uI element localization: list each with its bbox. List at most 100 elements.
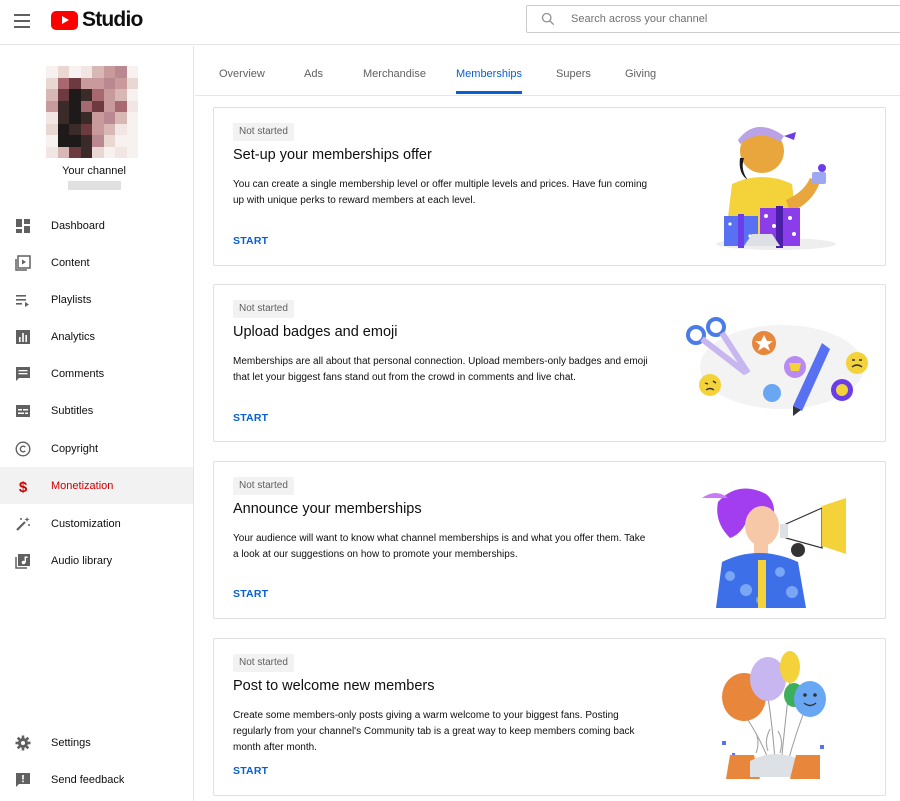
- megaphone-illustration: [702, 488, 846, 608]
- avatar-pixel: [103, 123, 115, 135]
- avatar[interactable]: [46, 66, 138, 158]
- avatar-pixel: [69, 123, 81, 135]
- avatar-pixel: [46, 123, 58, 135]
- sidebar-item-label: Audio library: [51, 554, 113, 567]
- menu-icon[interactable]: [14, 14, 30, 28]
- avatar-pixel: [92, 123, 104, 135]
- dollar-icon: $: [19, 479, 28, 494]
- sidebar-item-label: Analytics: [51, 330, 96, 343]
- avatar-pixel: [126, 77, 138, 89]
- avatar-pixel: [92, 77, 104, 89]
- avatar-pixel: [46, 135, 58, 147]
- sidebar-item-customization[interactable]: Customization: [0, 505, 193, 542]
- badges-emoji-illustration: [686, 317, 868, 416]
- avatar-pixel: [115, 77, 127, 89]
- sidebar-item-label: Settings: [51, 736, 91, 749]
- avatar-pixel: [80, 77, 92, 89]
- avatar-pixel: [115, 146, 127, 158]
- sidebar-item-settings[interactable]: Settings: [0, 724, 193, 761]
- monetization-tabs: Overview Ads Merchandise Memberships Sup…: [195, 46, 900, 96]
- sidebar-item-label: Playlists: [51, 293, 92, 306]
- avatar-pixel: [57, 66, 69, 78]
- avatar-pixel: [46, 77, 58, 89]
- logo-text: Studio: [82, 8, 143, 31]
- avatar-pixel: [115, 112, 127, 124]
- avatar-pixel: [69, 112, 81, 124]
- avatar-pixel: [126, 89, 138, 101]
- dashboard-icon: [16, 218, 30, 233]
- avatar-pixel: [115, 89, 127, 101]
- sidebar-item-subtitles[interactable]: Subtitles: [0, 392, 193, 429]
- avatar-pixel: [57, 123, 69, 135]
- start-button[interactable]: START: [233, 765, 268, 777]
- playlists-icon: [16, 294, 29, 307]
- avatar-pixel: [46, 146, 58, 158]
- tab-merchandise[interactable]: Merchandise: [363, 68, 426, 80]
- card-title: Set-up your memberships offer: [233, 147, 432, 163]
- sidebar-item-label: Send feedback: [51, 773, 125, 786]
- avatar-pixel: [57, 135, 69, 147]
- channel-name[interactable]: Your channel: [0, 165, 188, 177]
- avatar-pixel: [115, 100, 127, 112]
- channel-handle-redacted: [68, 181, 121, 190]
- sidebar-item-label: Customization: [51, 517, 121, 530]
- avatar-pixel: [69, 89, 81, 101]
- avatar-pixel: [92, 89, 104, 101]
- status-badge: Not started: [233, 123, 294, 141]
- avatar-pixel: [57, 89, 69, 101]
- card-description: Memberships are all about that personal …: [233, 356, 648, 383]
- avatar-pixel: [80, 112, 92, 124]
- top-bar: Studio Search across your channel: [0, 0, 900, 45]
- sidebar-item-comments[interactable]: Comments: [0, 355, 193, 392]
- avatar-pixel: [80, 100, 92, 112]
- gear-icon: [15, 735, 31, 750]
- sidebar-item-label: Subtitles: [51, 404, 94, 417]
- tab-overview[interactable]: Overview: [219, 68, 265, 80]
- tab-memberships[interactable]: Memberships: [456, 68, 522, 80]
- avatar-pixel: [126, 123, 138, 135]
- sidebar-item-playlists[interactable]: Playlists: [0, 281, 193, 318]
- tab-giving[interactable]: Giving: [625, 68, 656, 80]
- task-card-badges-emoji: Not started Upload badges and emoji Memb…: [213, 284, 886, 442]
- avatar-pixel: [46, 100, 58, 112]
- comments-icon: [16, 366, 30, 381]
- avatar-pixel: [126, 135, 138, 147]
- sidebar-item-audio-library[interactable]: Audio library: [0, 542, 193, 579]
- sidebar-item-copyright[interactable]: Copyright: [0, 430, 193, 467]
- sidebar-item-dashboard[interactable]: Dashboard: [0, 207, 193, 244]
- youtube-play-icon: [51, 10, 78, 30]
- avatar-pixel: [46, 89, 58, 101]
- avatar-pixel: [80, 123, 92, 135]
- tab-ads[interactable]: Ads: [304, 68, 323, 80]
- tab-supers[interactable]: Supers: [556, 68, 591, 80]
- search-input[interactable]: Search across your channel: [526, 5, 900, 33]
- avatar-pixel: [115, 123, 127, 135]
- card-title: Upload badges and emoji: [233, 324, 398, 340]
- start-button[interactable]: START: [233, 412, 268, 424]
- copyright-icon: [15, 440, 31, 457]
- start-button[interactable]: START: [233, 588, 268, 600]
- sidebar-item-content[interactable]: Content: [0, 244, 193, 281]
- avatar-pixel: [103, 135, 115, 147]
- task-card-welcome-post: Not started Post to welcome new members …: [213, 638, 886, 796]
- svg-text:$: $: [19, 479, 28, 494]
- card-description: You can create a single membership level…: [233, 179, 648, 206]
- sidebar-item-label: Monetization: [51, 479, 114, 492]
- avatar-pixel: [46, 112, 58, 124]
- avatar-pixel: [46, 66, 58, 78]
- feedback-icon: [16, 772, 30, 787]
- card-title: Post to welcome new members: [233, 678, 435, 694]
- avatar-pixel: [103, 112, 115, 124]
- sidebar-item-analytics[interactable]: Analytics: [0, 318, 193, 355]
- sidebar-item-send-feedback[interactable]: Send feedback: [0, 761, 193, 798]
- sidebar-item-monetization[interactable]: $ Monetization: [0, 467, 193, 504]
- avatar-pixel: [57, 146, 69, 158]
- sidebar: Your channel Dashboard Content Playlists…: [0, 46, 194, 801]
- avatar-pixel: [80, 66, 92, 78]
- status-badge: Not started: [233, 300, 294, 318]
- start-button[interactable]: START: [233, 235, 268, 247]
- analytics-icon: [16, 329, 30, 344]
- sidebar-item-label: Content: [51, 256, 90, 269]
- search-placeholder: Search across your channel: [571, 13, 708, 25]
- studio-logo[interactable]: Studio: [51, 8, 143, 31]
